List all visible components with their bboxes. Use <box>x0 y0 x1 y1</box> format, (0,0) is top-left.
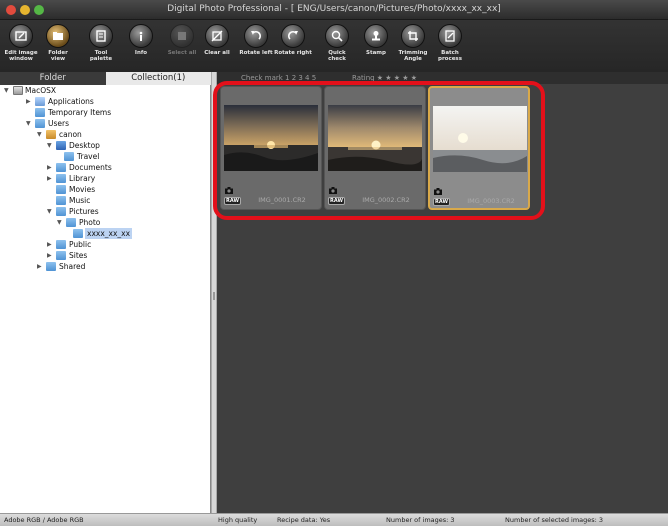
folder-icon <box>56 196 66 205</box>
check-mark-filter[interactable]: Check mark 1 2 3 4 5 <box>241 72 316 84</box>
rotate-left-button[interactable]: Rotate left <box>237 24 275 56</box>
folder-icon <box>46 262 56 271</box>
rotate-left-icon <box>244 24 268 48</box>
photo-thumbnail <box>224 105 318 171</box>
tool-palette-button[interactable]: Tool palette <box>82 24 120 62</box>
photo-thumbnail <box>328 105 422 171</box>
folder-icon <box>56 174 66 183</box>
disclosure-closed-icon[interactable]: ▶ <box>26 96 34 107</box>
desktop-folder-icon <box>56 141 66 150</box>
quick-check-icon <box>325 24 349 48</box>
tab-collection[interactable]: Collection(1) <box>105 72 211 85</box>
rotate-right-icon <box>281 24 305 48</box>
thumbnail-area: Check mark 1 2 3 4 5 Rating ★ ★ ★ ★ ★ RA… <box>217 72 668 513</box>
folder-icon <box>56 185 66 194</box>
disclosure-closed-icon[interactable]: ▶ <box>47 173 55 184</box>
camera-icon <box>225 187 233 194</box>
edit-image-icon <box>9 24 33 48</box>
thumbnail-item[interactable]: RAW IMG_0002.CR2 <box>324 86 426 210</box>
window-title: Digital Photo Professional - [ ENG/Users… <box>167 4 501 14</box>
folder-icon <box>56 163 66 172</box>
folder-icon <box>35 119 45 128</box>
disclosure-open-icon[interactable]: ▼ <box>47 206 55 217</box>
folder-view-button[interactable]: Folder view <box>39 24 77 62</box>
photo-thumbnail <box>433 106 527 172</box>
thumbnail-item[interactable]: RAW IMG_0001.CR2 <box>220 86 322 210</box>
filter-bar: Check mark 1 2 3 4 5 Rating ★ ★ ★ ★ ★ <box>217 72 668 84</box>
clear-all-button[interactable]: Clear all <box>198 24 236 56</box>
camera-icon <box>434 188 442 195</box>
folder-icon <box>56 240 66 249</box>
recipe-status: Recipe data: Yes <box>277 516 331 524</box>
stamp-icon <box>364 24 388 48</box>
home-folder-icon <box>46 130 56 139</box>
batch-process-button[interactable]: Batch process <box>431 24 469 62</box>
folder-icon <box>73 229 83 238</box>
thumbnail-filename: IMG_0002.CR2 <box>362 196 410 204</box>
disclosure-open-icon[interactable]: ▼ <box>47 140 55 151</box>
stamp-button[interactable]: Stamp <box>357 24 395 56</box>
rating-filter[interactable]: Rating ★ ★ ★ ★ ★ <box>352 72 417 84</box>
folder-icon <box>64 152 74 161</box>
rotate-right-button[interactable]: Rotate right <box>274 24 312 56</box>
splitter-grip-icon <box>213 292 215 300</box>
tab-folder[interactable]: Folder <box>0 72 106 85</box>
hard-disk-icon <box>13 86 23 95</box>
left-pane-tabs: Folder Collection(1) <box>0 72 211 85</box>
image-count-status: Number of images: 3 <box>386 516 455 524</box>
disclosure-closed-icon[interactable]: ▶ <box>37 261 45 272</box>
folder-icon <box>35 108 45 117</box>
disclosure-open-icon[interactable]: ▼ <box>57 217 65 228</box>
trimming-icon <box>401 24 425 48</box>
disclosure-open-icon[interactable]: ▼ <box>37 129 45 140</box>
trimming-angle-button[interactable]: Trimming Angle <box>394 24 432 62</box>
title-bar: Digital Photo Professional - [ ENG/Users… <box>0 0 668 20</box>
thumbnail-item-selected[interactable]: RAW IMG_0003.CR2 <box>428 86 530 210</box>
edit-image-window-button[interactable]: Edit image window <box>2 24 40 62</box>
clear-all-icon <box>205 24 229 48</box>
folder-view-icon <box>46 24 70 48</box>
folder-icon <box>56 207 66 216</box>
disclosure-open-icon[interactable]: ▼ <box>4 85 12 96</box>
quality-status: High quality <box>218 516 258 524</box>
camera-icon <box>329 187 337 194</box>
info-button[interactable]: Info <box>122 24 160 56</box>
folder-icon <box>56 251 66 260</box>
raw-badge: RAW <box>328 197 346 205</box>
raw-badge: RAW <box>433 198 451 206</box>
color-space-status: Adobe RGB / Adobe RGB <box>4 516 84 524</box>
thumbnail-filename: IMG_0001.CR2 <box>258 196 306 204</box>
disclosure-closed-icon[interactable]: ▶ <box>47 162 55 173</box>
select-all-button[interactable]: Select all <box>163 24 201 56</box>
info-icon <box>129 24 153 48</box>
folder-icon <box>35 97 45 106</box>
disclosure-closed-icon[interactable]: ▶ <box>47 250 55 261</box>
batch-process-icon <box>438 24 462 48</box>
quick-check-button[interactable]: Quick check <box>318 24 356 62</box>
disclosure-closed-icon[interactable]: ▶ <box>47 239 55 250</box>
raw-badge: RAW <box>224 197 242 205</box>
select-all-icon <box>170 24 194 48</box>
status-bar: Adobe RGB / Adobe RGB High quality Recip… <box>0 513 668 526</box>
thumbnail-filename: IMG_0003.CR2 <box>467 197 515 205</box>
toolbar: Edit image window Folder view Tool palet… <box>0 20 668 72</box>
tool-palette-icon <box>89 24 113 48</box>
folder-icon <box>66 218 76 227</box>
folder-tree: ▼ MacOSX ▶ Applications Temporary Items … <box>0 85 211 513</box>
disclosure-open-icon[interactable]: ▼ <box>26 118 34 129</box>
selected-count-status: Number of selected images: 3 <box>505 516 604 524</box>
